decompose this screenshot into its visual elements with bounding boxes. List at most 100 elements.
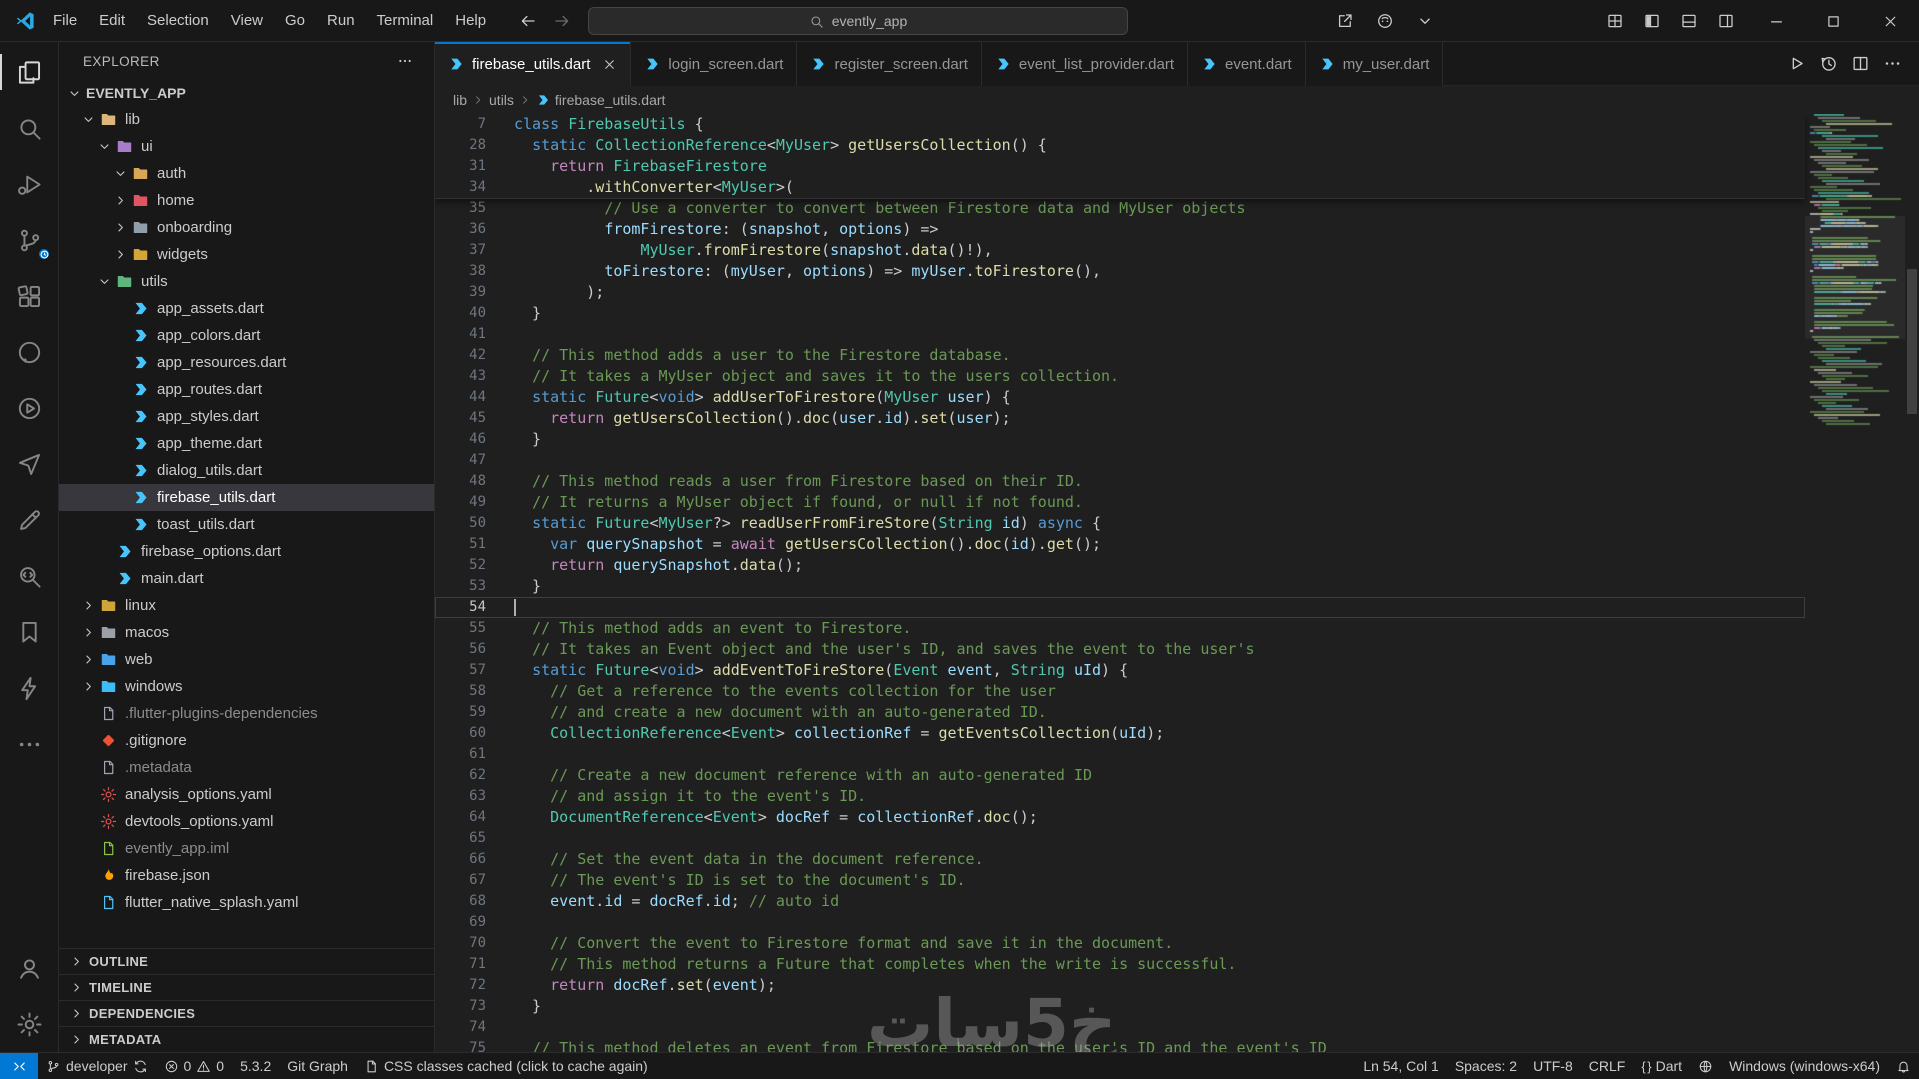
activity-more-views-icon[interactable] <box>0 716 58 772</box>
toggle-panel-icon[interactable] <box>1674 6 1704 36</box>
go-back-icon[interactable] <box>513 6 543 36</box>
tree-item-lib[interactable]: lib <box>59 106 434 133</box>
tree-item-app-theme-dart[interactable]: app_theme.dart <box>59 430 434 457</box>
code-editor[interactable]: 35 // Use a converter to convert between… <box>435 114 1919 1052</box>
activity-circle-run-icon[interactable] <box>0 380 58 436</box>
section-dependencies[interactable]: DEPENDENCIES <box>59 1000 434 1026</box>
tree-item-app-colors-dart[interactable]: app_colors.dart <box>59 322 434 349</box>
tree-item-linux[interactable]: linux <box>59 592 434 619</box>
tree-item-dialog-utils-dart[interactable]: dialog_utils.dart <box>59 457 434 484</box>
activity-thunder-client-icon[interactable] <box>0 660 58 716</box>
version-status[interactable]: 5.3.2 <box>232 1053 279 1079</box>
tree-item-onboarding[interactable]: onboarding <box>59 214 434 241</box>
scrollbar-thumb[interactable] <box>1907 269 1917 414</box>
activity-source-control-icon[interactable] <box>0 212 58 268</box>
editor-scrollbar[interactable] <box>1905 114 1919 1052</box>
tree-item-app-resources-dart[interactable]: app_resources.dart <box>59 349 434 376</box>
history-button[interactable] <box>1813 49 1843 79</box>
activity-search-icon[interactable] <box>0 100 58 156</box>
activity-settings-icon[interactable] <box>0 996 58 1052</box>
tree-item-flutter-plugins-dependencies[interactable]: .flutter-plugins-dependencies <box>59 700 434 727</box>
problems-status[interactable]: 00 <box>156 1053 233 1079</box>
remote-indicator[interactable] <box>0 1053 38 1079</box>
tree-item-gitignore[interactable]: .gitignore <box>59 727 434 754</box>
tree-item-metadata[interactable]: .metadata <box>59 754 434 781</box>
notifications-bell[interactable] <box>1888 1053 1919 1079</box>
tree-item-firebase-options-dart[interactable]: firebase_options.dart <box>59 538 434 565</box>
css-cache-status[interactable]: CSS classes cached (click to cache again… <box>356 1053 656 1079</box>
tree-item-firebase-json[interactable]: firebase.json <box>59 862 434 889</box>
toggle-secondary-sidebar-icon[interactable] <box>1711 6 1741 36</box>
breadcrumb-item-firebase-utils-dart[interactable]: firebase_utils.dart <box>536 92 665 108</box>
menu-view[interactable]: View <box>220 0 274 41</box>
tab-login-screen-dart[interactable]: login_screen.dart <box>631 42 798 86</box>
platform-status[interactable]: Windows (windows-x64) <box>1721 1053 1888 1079</box>
tab-my-user-dart[interactable]: my_user.dart <box>1305 42 1444 86</box>
copilot-icon[interactable] <box>1370 6 1400 36</box>
tree-item-ui[interactable]: ui <box>59 133 434 160</box>
chevron-down-icon[interactable] <box>1410 6 1440 36</box>
menu-go[interactable]: Go <box>274 0 316 41</box>
explorer-more-icon[interactable] <box>390 46 420 76</box>
tree-item-app-assets-dart[interactable]: app_assets.dart <box>59 295 434 322</box>
language-mode-status[interactable]: { } Dart <box>1633 1053 1690 1079</box>
tab-firebase-utils-dart[interactable]: firebase_utils.dart <box>435 42 632 86</box>
activity-explorer-icon[interactable] <box>0 44 58 100</box>
more-actions-button[interactable] <box>1877 49 1907 79</box>
split-editor-button[interactable] <box>1845 49 1875 79</box>
activity-github-icon[interactable] <box>0 324 58 380</box>
indentation-status[interactable]: Spaces: 2 <box>1447 1053 1525 1079</box>
tree-root-folder[interactable]: EVENTLY_APP <box>59 80 434 106</box>
cursor-position-status[interactable]: Ln 54, Col 1 <box>1355 1053 1447 1079</box>
tree-item-toast-utils-dart[interactable]: toast_utils.dart <box>59 511 434 538</box>
command-center-search[interactable]: evently_app <box>588 7 1128 35</box>
eol-status[interactable]: CRLF <box>1581 1053 1634 1079</box>
tree-item-flutter-native-splash-yaml[interactable]: flutter_native_splash.yaml <box>59 889 434 916</box>
run-button[interactable] <box>1781 49 1811 79</box>
tree-item-widgets[interactable]: widgets <box>59 241 434 268</box>
tab-register-screen-dart[interactable]: register_screen.dart <box>797 42 982 86</box>
close-icon[interactable] <box>602 57 617 72</box>
menu-selection[interactable]: Selection <box>136 0 220 41</box>
section-outline[interactable]: OUTLINE <box>59 948 434 974</box>
minimap[interactable] <box>1805 114 1905 1052</box>
tree-item-utils[interactable]: utils <box>59 268 434 295</box>
tree-item-auth[interactable]: auth <box>59 160 434 187</box>
minimize-button[interactable] <box>1748 0 1805 42</box>
activity-extensions-icon[interactable] <box>0 268 58 324</box>
tab-event-list-provider-dart[interactable]: event_list_provider.dart <box>981 42 1188 86</box>
toggle-primary-sidebar-icon[interactable] <box>1637 6 1667 36</box>
new-window-icon[interactable] <box>1330 6 1360 36</box>
close-button[interactable] <box>1862 0 1919 42</box>
remote-globe-status[interactable] <box>1690 1053 1721 1079</box>
activity-send-plane-icon[interactable] <box>0 436 58 492</box>
menu-edit[interactable]: Edit <box>88 0 136 41</box>
tree-item-firebase-utils-dart[interactable]: firebase_utils.dart <box>59 484 434 511</box>
tree-item-macos[interactable]: macos <box>59 619 434 646</box>
section-metadata[interactable]: METADATA <box>59 1026 434 1052</box>
menu-run[interactable]: Run <box>316 0 366 41</box>
section-timeline[interactable]: TIMELINE <box>59 974 434 1000</box>
maximize-button[interactable] <box>1805 0 1862 42</box>
encoding-status[interactable]: UTF-8 <box>1525 1053 1581 1079</box>
tree-item-web[interactable]: web <box>59 646 434 673</box>
git-branch-status[interactable]: developer <box>38 1053 156 1079</box>
tree-item-app-styles-dart[interactable]: app_styles.dart <box>59 403 434 430</box>
breadcrumb-item-lib[interactable]: lib <box>453 92 467 108</box>
tree-item-analysis-options-yaml[interactable]: analysis_options.yaml <box>59 781 434 808</box>
activity-accounts-icon[interactable] <box>0 940 58 996</box>
menu-terminal[interactable]: Terminal <box>366 0 445 41</box>
go-forward-icon[interactable] <box>547 6 577 36</box>
menu-help[interactable]: Help <box>444 0 497 41</box>
activity-edit-pencil-icon[interactable] <box>0 492 58 548</box>
git-graph-status[interactable]: Git Graph <box>279 1053 356 1079</box>
activity-code-search-icon[interactable] <box>0 548 58 604</box>
editor-layout-icon[interactable] <box>1600 6 1630 36</box>
breadcrumb-item-utils[interactable]: utils <box>489 92 514 108</box>
tree-item-windows[interactable]: windows <box>59 673 434 700</box>
tree-item-devtools-options-yaml[interactable]: devtools_options.yaml <box>59 808 434 835</box>
tree-item-home[interactable]: home <box>59 187 434 214</box>
menu-file[interactable]: File <box>42 0 88 41</box>
tree-item-evently-app-iml[interactable]: evently_app.iml <box>59 835 434 862</box>
activity-bookmarks-icon[interactable] <box>0 604 58 660</box>
